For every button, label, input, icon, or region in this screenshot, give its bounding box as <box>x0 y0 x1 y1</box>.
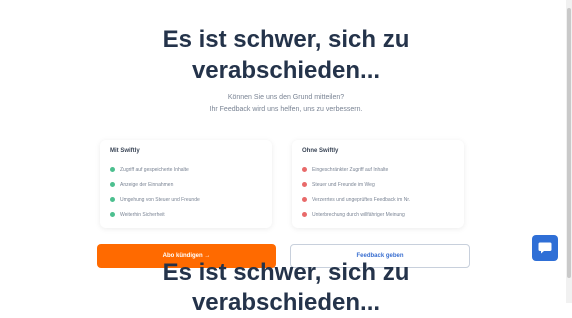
check-icon <box>110 212 115 217</box>
repeated-title-line2: verabschieden... <box>191 289 381 316</box>
without-benefits-list: Eingeschränkter Zugriff auf Inhalte Steu… <box>302 162 454 222</box>
page-title-line2: verabschieden... <box>191 57 381 84</box>
cross-icon <box>302 197 307 202</box>
subtitle-line2: Ihr Feedback wird uns helfen, uns zu ver… <box>209 106 363 113</box>
check-icon <box>110 182 115 187</box>
page-title-line1: Es ist schwer, sich zu <box>162 26 410 53</box>
with-benefits-list: Zugriff auf gespeicherte Inhalte Anzeige… <box>110 162 262 222</box>
cross-icon <box>302 167 307 172</box>
check-icon <box>110 167 115 172</box>
list-item: Verzerrtes und ungeprüftes Feedback im N… <box>302 192 454 207</box>
list-item: Eingeschränkter Zugriff auf Inhalte <box>302 162 454 177</box>
list-item: Umgehung von Steuer und Freunde <box>110 192 262 207</box>
repeated-title-line1: Es ist schwer, sich zu <box>162 259 410 286</box>
check-icon <box>110 197 115 202</box>
list-item: Anzeige der Einnahmen <box>110 177 262 192</box>
cross-icon <box>302 182 307 187</box>
chat-button[interactable] <box>532 235 558 261</box>
with-benefits-card: Mit Swiftly Zugriff auf gespeicherte Inh… <box>100 140 272 228</box>
list-item: Steuer und Freunde im Weg <box>302 177 454 192</box>
list-item: Weiterhin Sicherheit <box>110 207 262 222</box>
scrollbar-thumb[interactable] <box>567 8 571 278</box>
subtitle-line1: Können Sie uns den Grund mitteilen? <box>227 94 345 101</box>
list-item: Zugriff auf gespeicherte Inhalte <box>110 162 262 177</box>
chat-bubble-icon <box>538 242 552 254</box>
without-benefits-card: Ohne Swiftly Eingeschränkter Zugriff auf… <box>292 140 464 228</box>
list-item: Unterbrechung durch willfähriger Meinung <box>302 207 454 222</box>
cross-icon <box>302 212 307 217</box>
without-benefits-title: Ohne Swiftly <box>302 148 339 154</box>
with-benefits-title: Mit Swiftly <box>110 148 140 154</box>
